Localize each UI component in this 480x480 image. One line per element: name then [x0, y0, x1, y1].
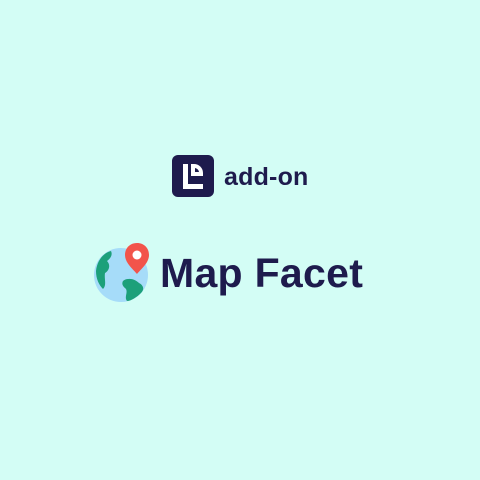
addon-badge: add-on — [172, 155, 309, 197]
product-title: Map Facet — [160, 249, 364, 296]
globe-with-pin-icon — [94, 243, 149, 302]
product-header: Map Facet — [93, 241, 363, 303]
canvas: add-on Map Facet — [0, 0, 480, 480]
addon-label: add-on — [224, 162, 309, 191]
addon-logo-icon — [172, 155, 214, 197]
